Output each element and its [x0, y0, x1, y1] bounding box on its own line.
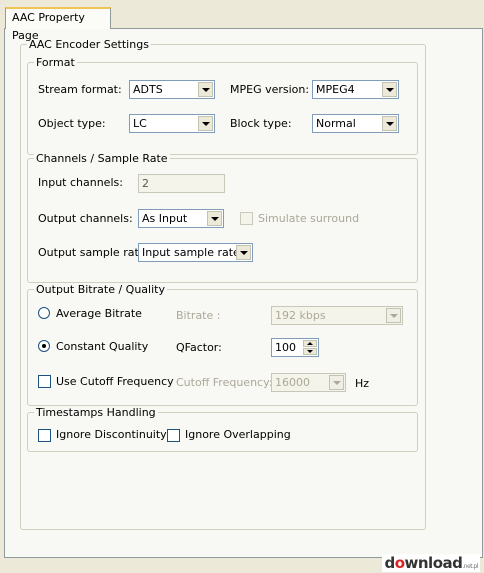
chevron-down-icon[interactable] [198, 82, 213, 97]
stream-format-label: Stream format: [38, 83, 122, 96]
chevron-down-icon[interactable] [329, 375, 344, 390]
use-cutoff-frequency-checkbox[interactable] [38, 375, 51, 388]
block-type-value: Normal [316, 117, 356, 130]
output-sample-rate-label: Output sample rate: [38, 246, 150, 259]
channels-sample-rate-group: Channels / Sample Rate Input channels: 2… [27, 152, 418, 283]
chevron-down-icon[interactable] [236, 245, 251, 260]
cutoff-frequency-value: 16000 [275, 376, 310, 389]
hz-label: Hz [355, 377, 370, 390]
object-type-value: LC [133, 117, 147, 130]
chevron-down-icon[interactable] [198, 116, 213, 131]
stream-format-select[interactable]: ADTS [129, 80, 215, 99]
input-channels-label: Input channels: [38, 176, 123, 189]
download-watermark-logo: download.net.pl [382, 554, 480, 572]
watermark-text-d: d [384, 554, 395, 572]
output-channels-label: Output channels: [38, 212, 133, 225]
ignore-overlapping-checkbox[interactable] [167, 429, 180, 442]
property-page-panel: AAC Encoder Settings Format Stream forma… [4, 28, 483, 558]
output-sample-rate-select[interactable]: Input sample rate [138, 243, 253, 262]
mpeg-version-label: MPEG version: [230, 83, 310, 96]
object-type-label: Object type: [38, 117, 106, 130]
bitrate-select[interactable]: 192 kbps [271, 306, 403, 325]
block-type-select[interactable]: Normal [312, 114, 399, 133]
block-type-label: Block type: [230, 117, 292, 130]
use-cutoff-frequency-label: Use Cutoff Frequency [56, 375, 174, 388]
object-type-select[interactable]: LC [129, 114, 215, 133]
qfactor-value: 100 [275, 341, 296, 354]
timestamps-handling-title: Timestamps Handling [34, 406, 158, 419]
watermark-text-rest: wnload [404, 554, 463, 572]
input-channels-value: 2 [142, 177, 149, 190]
aac-encoder-settings-title: AAC Encoder Settings [27, 38, 151, 51]
qfactor-label: QFactor: [176, 341, 222, 354]
stream-format-value: ADTS [133, 83, 163, 96]
mpeg-version-value: MPEG4 [316, 83, 355, 96]
average-bitrate-label: Average Bitrate [56, 307, 142, 320]
output-channels-select[interactable]: As Input [138, 209, 224, 228]
mpeg-version-select[interactable]: MPEG4 [312, 80, 399, 99]
bitrate-label: Bitrate : [176, 309, 221, 322]
chevron-down-icon[interactable] [382, 116, 397, 131]
ignore-discontinuity-label: Ignore Discontinuity [56, 428, 167, 441]
cutoff-frequency-select[interactable]: 16000 [271, 373, 346, 392]
spinner-buttons [303, 340, 317, 355]
output-sample-rate-value: Input sample rate [142, 246, 240, 259]
channels-sample-rate-title: Channels / Sample Rate [34, 152, 170, 165]
bitrate-value: 192 kbps [275, 309, 326, 322]
constant-quality-radio[interactable] [38, 340, 50, 352]
aac-encoder-settings-group: AAC Encoder Settings Format Stream forma… [20, 38, 426, 530]
ignore-discontinuity-checkbox[interactable] [38, 429, 51, 442]
simulate-surround-label: Simulate surround [258, 212, 360, 225]
constant-quality-label: Constant Quality [56, 340, 149, 353]
watermark-tld: .net.pl [462, 563, 478, 570]
chevron-down-icon[interactable] [207, 211, 222, 226]
watermark-text-o: o [394, 554, 405, 572]
format-title: Format [34, 56, 77, 69]
simulate-surround-checkbox[interactable] [240, 212, 253, 225]
chevron-down-icon[interactable] [382, 82, 397, 97]
input-channels-field: 2 [138, 174, 225, 193]
spin-down-icon[interactable] [303, 348, 317, 355]
ignore-overlapping-label: Ignore Overlapping [185, 428, 291, 441]
spin-up-icon[interactable] [303, 340, 317, 347]
qfactor-spinner[interactable]: 100 [271, 338, 319, 357]
chevron-down-icon[interactable] [386, 308, 401, 323]
average-bitrate-radio[interactable] [38, 307, 50, 319]
output-bitrate-quality-title: Output Bitrate / Quality [34, 283, 167, 296]
timestamps-handling-group: Timestamps Handling Ignore Discontinuity… [27, 406, 418, 452]
cutoff-frequency-label: Cutoff Frequency: [176, 376, 273, 389]
output-bitrate-quality-group: Output Bitrate / Quality Average Bitrate… [27, 283, 418, 406]
output-channels-value: As Input [142, 212, 188, 225]
tab-aac-property-page[interactable]: AAC Property Page [5, 7, 111, 42]
format-group: Format Stream format: ADTS MPEG version:… [27, 56, 418, 155]
